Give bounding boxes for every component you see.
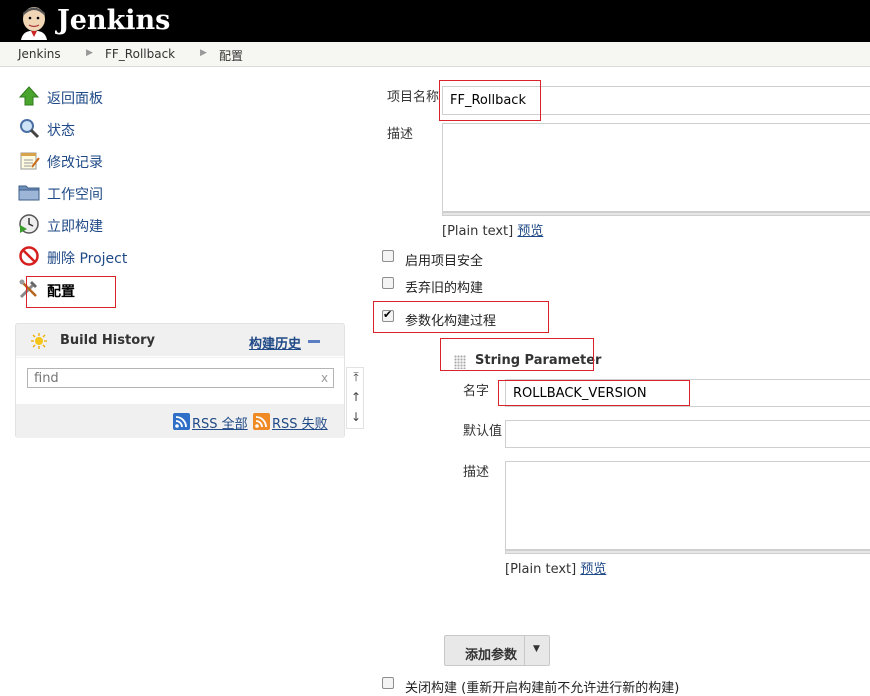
clock-play-icon — [19, 214, 39, 234]
breadcrumb: Jenkins ▶ FF_Rollback ▶ 配置 — [0, 42, 870, 67]
sun-icon — [31, 333, 47, 349]
collapse-icon[interactable] — [308, 340, 320, 343]
add-parameter-label: 添加参数 — [465, 648, 518, 663]
task-label: 状态 — [47, 123, 75, 139]
build-history-header: Build History 构建历史 — [16, 324, 344, 357]
build-history-widget: Build History 构建历史 x RSS 全部 RSS 失败 — [15, 323, 345, 438]
breadcrumb-item-jenkins[interactable]: Jenkins — [18, 47, 61, 61]
enable-project-security-checkbox[interactable] — [382, 250, 394, 262]
notepad-icon — [20, 152, 40, 170]
dropdown-caret-icon[interactable]: ▼ — [533, 644, 540, 654]
task-label: 修改记录 — [47, 155, 103, 171]
plain-text-note: [Plain text] — [505, 562, 577, 577]
param-description-hint: [Plain text] 预览 — [505, 558, 606, 577]
disable-build-label: 关闭构建 (重新开启构建前不允许进行新的构建) — [405, 681, 680, 696]
rss-all-link[interactable]: RSS 全部 — [192, 413, 248, 432]
task-label: 工作空间 — [47, 187, 103, 203]
highlight-box — [373, 301, 549, 333]
add-parameter-button[interactable]: 添加参数 ▼ — [444, 635, 550, 666]
folder-icon — [18, 185, 40, 201]
discard-old-builds-checkbox[interactable] — [382, 277, 394, 289]
clear-search-icon[interactable]: x — [321, 371, 328, 385]
textarea-resize-handle[interactable] — [442, 212, 870, 216]
highlight-box — [26, 276, 116, 308]
build-search-input[interactable] — [27, 368, 334, 388]
highlight-box — [439, 80, 541, 121]
default-value-label: 默认值 — [463, 424, 503, 439]
preview-link[interactable]: 预览 — [580, 562, 606, 577]
param-description-textarea[interactable] — [505, 461, 870, 550]
highlight-box — [498, 380, 690, 406]
up-arrow-icon — [18, 86, 40, 106]
textarea-resize-handle[interactable] — [505, 550, 870, 554]
page-top-icon[interactable]: ⤒ — [350, 370, 362, 384]
rss-icon[interactable] — [173, 413, 190, 430]
default-value-input[interactable] — [505, 420, 870, 448]
project-name-label: 项目名称 — [387, 90, 440, 105]
jenkins-logo[interactable] — [17, 4, 51, 40]
jenkins-brand[interactable]: Jenkins — [57, 4, 170, 38]
param-description-label: 描述 — [463, 465, 490, 480]
param-name-label: 名字 — [463, 384, 490, 399]
breadcrumb-item-configure: 配置 — [219, 49, 244, 63]
description-label: 描述 — [387, 127, 414, 142]
description-hint: [Plain text] 预览 — [442, 220, 543, 239]
magnifier-icon — [20, 119, 40, 139]
no-entry-icon — [19, 246, 39, 266]
top-header: Jenkins — [0, 0, 870, 42]
page-up-icon[interactable]: ↑ — [350, 390, 362, 404]
breadcrumb-separator-icon[interactable]: ▶ — [200, 48, 207, 58]
description-textarea[interactable] — [442, 123, 870, 212]
task-label: 立即构建 — [47, 219, 103, 235]
plain-text-note: [Plain text] — [442, 224, 514, 239]
option-label: 丢弃旧的构建 — [405, 281, 484, 296]
breadcrumb-separator-icon[interactable]: ▶ — [86, 48, 93, 58]
rss-feed-bar: RSS 全部 RSS 失败 — [16, 404, 344, 438]
build-history-title: Build History — [60, 333, 156, 348]
preview-link[interactable]: 预览 — [517, 224, 543, 239]
rss-failures-link[interactable]: RSS 失败 — [272, 413, 328, 432]
button-divider — [524, 636, 525, 665]
task-label: 返回面板 — [47, 91, 103, 107]
breadcrumb-item-project[interactable]: FF_Rollback — [105, 47, 175, 61]
option-label: 启用项目安全 — [405, 254, 484, 269]
build-trend-link[interactable]: 构建历史 — [249, 333, 301, 352]
page-down-icon[interactable]: ↓ — [350, 410, 362, 424]
rss-icon[interactable] — [253, 413, 270, 430]
disable-build-checkbox[interactable] — [382, 677, 394, 689]
task-label: 删除 Project — [47, 251, 128, 267]
highlight-box — [440, 338, 594, 371]
build-history-pager: ⤒ ↑ ↓ — [346, 367, 364, 429]
